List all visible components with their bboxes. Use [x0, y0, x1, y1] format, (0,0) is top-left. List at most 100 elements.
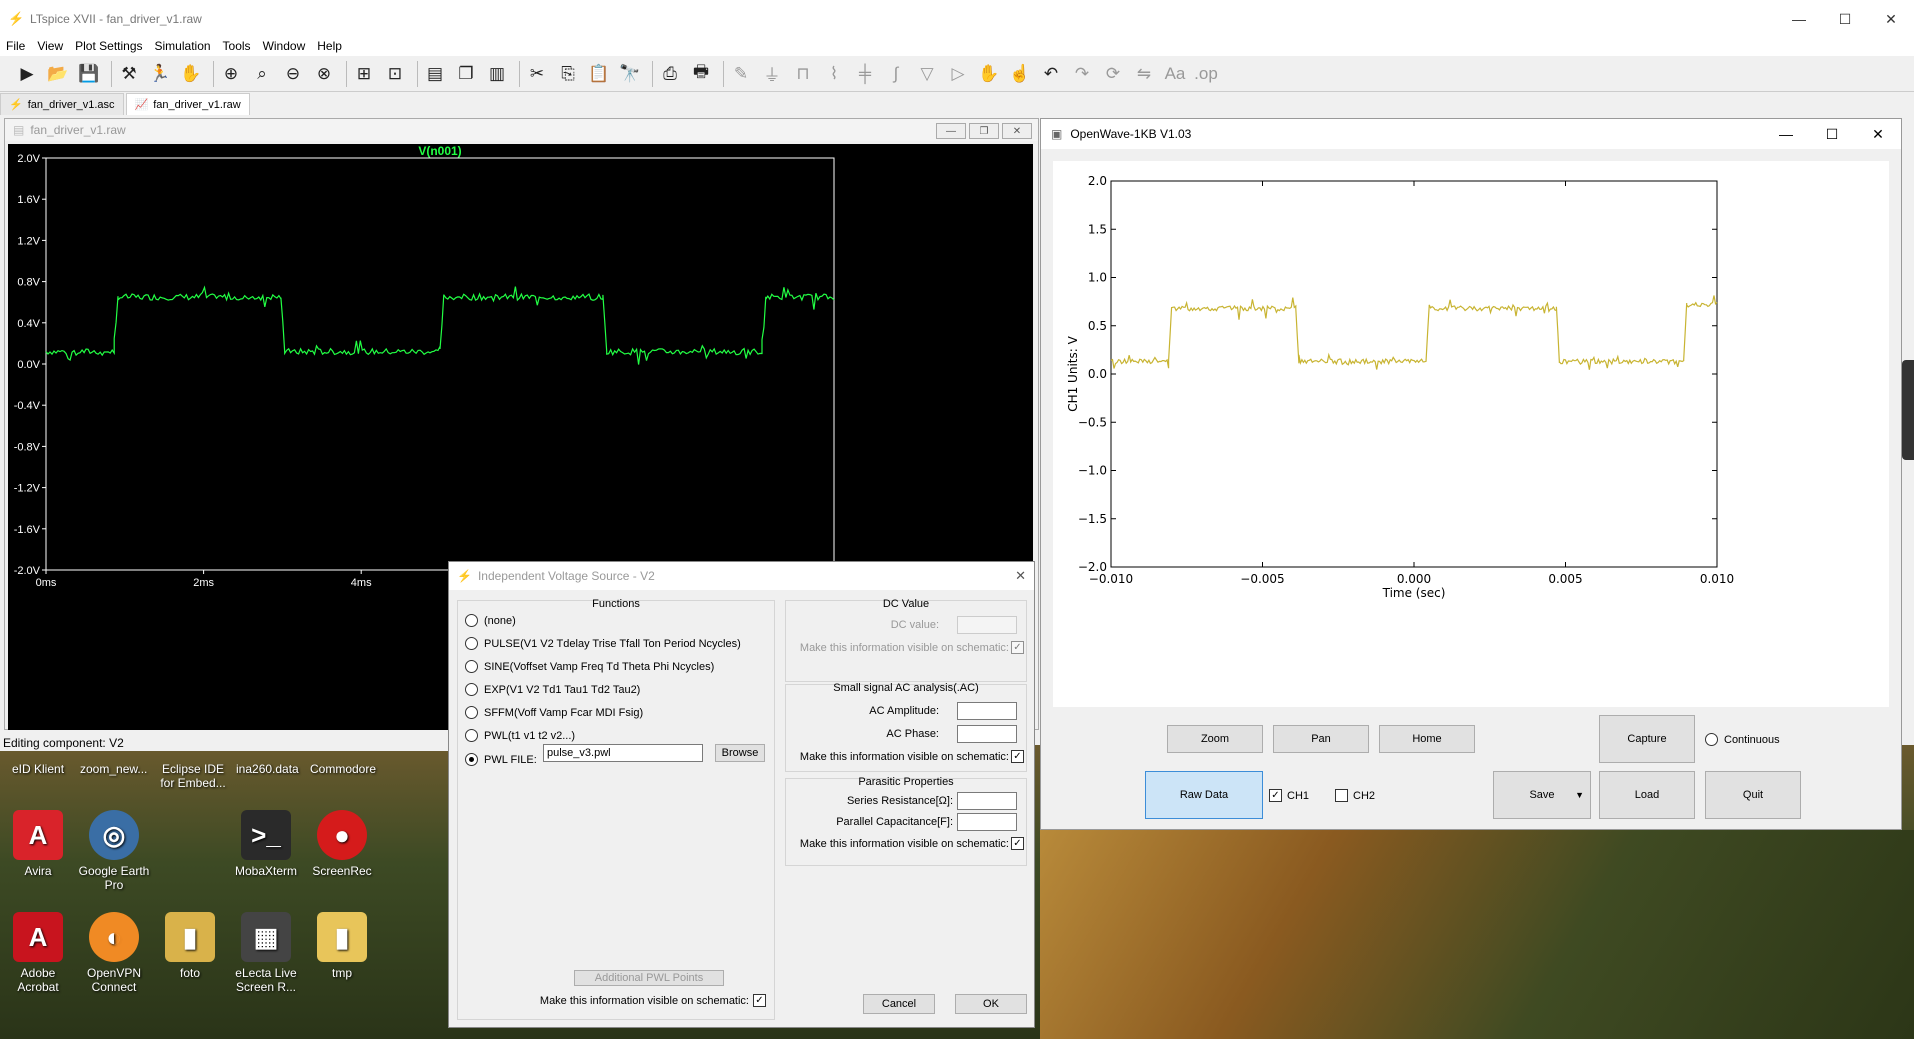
ch1-checkbox[interactable]: ✓ CH1: [1269, 789, 1309, 802]
halt-icon[interactable]: ✋: [178, 61, 204, 87]
cut-icon[interactable]: ✂: [524, 61, 550, 87]
parallel-capacitance-input[interactable]: [957, 813, 1017, 831]
desktop-icon-foto[interactable]: ▮ foto: [152, 912, 228, 980]
minimize-button[interactable]: —: [1776, 0, 1822, 38]
drag-icon[interactable]: ☝: [1007, 61, 1033, 87]
cascade-icon[interactable]: ❐: [453, 61, 479, 87]
open-folder-icon[interactable]: 📂: [45, 61, 71, 87]
menu-window[interactable]: Window: [263, 39, 306, 53]
mdi-minimize-button[interactable]: —: [936, 123, 966, 139]
browse-button[interactable]: Browse: [715, 744, 765, 762]
pan-icon[interactable]: ⌕: [249, 61, 275, 87]
parasitic-visible-checkbox[interactable]: ✓: [1011, 837, 1029, 850]
desktop-item-zoom[interactable]: zoom_new...: [80, 762, 147, 776]
draw-wire-icon[interactable]: ✎: [728, 61, 754, 87]
close-button[interactable]: ✕: [1868, 0, 1914, 38]
desktop-icon-electa[interactable]: ▦ eLecta Live Screen R...: [228, 912, 304, 994]
screenrec-side-tab[interactable]: [1902, 360, 1914, 460]
ow-minimize-button[interactable]: —: [1763, 119, 1809, 149]
desktop-icon-mobaxterm[interactable]: >_ MobaXterm: [228, 810, 304, 878]
mdi-close-button[interactable]: ✕: [1002, 123, 1032, 139]
bottom-visible-checkbox[interactable]: ✓: [753, 994, 771, 1007]
desktop-item-eid[interactable]: eID Klient: [12, 762, 64, 776]
inductor-icon[interactable]: ∫: [883, 61, 909, 87]
ow-close-button[interactable]: ✕: [1855, 119, 1901, 149]
text-icon[interactable]: Aa: [1162, 61, 1188, 87]
maximize-button[interactable]: ☐: [1822, 0, 1868, 38]
menu-help[interactable]: Help: [317, 39, 342, 53]
home-button[interactable]: Home: [1379, 725, 1475, 753]
ac-amplitude-input[interactable]: [957, 702, 1017, 720]
menu-tools[interactable]: Tools: [223, 39, 251, 53]
move-icon[interactable]: ✋: [976, 61, 1002, 87]
component-icon[interactable]: ▷: [945, 61, 971, 87]
desktop-icon-acrobat[interactable]: A Adobe Acrobat: [0, 912, 76, 994]
capture-button[interactable]: Capture: [1599, 715, 1695, 763]
diode-icon[interactable]: ▽: [914, 61, 940, 87]
zoom-out-icon[interactable]: ⊖: [280, 61, 306, 87]
run-icon[interactable]: 🏃: [147, 61, 173, 87]
capacitor-icon[interactable]: ╪: [852, 61, 878, 87]
function-sine-radio[interactable]: SINE(Voffset Vamp Freq Td Theta Phi Ncyc…: [465, 660, 714, 673]
dialog-close-icon[interactable]: ✕: [1015, 568, 1026, 584]
desktop-item-commodore[interactable]: Commodore: [310, 762, 376, 776]
control-panel-icon[interactable]: ⚒: [116, 61, 142, 87]
tab-schematic[interactable]: ⚡ fan_driver_v1.asc: [0, 93, 124, 115]
zoom-button[interactable]: Zoom: [1167, 725, 1263, 753]
desktop-icon-avira[interactable]: A Avira: [0, 810, 76, 878]
ac-phase-input[interactable]: [957, 725, 1017, 743]
desktop-icon-screenrec[interactable]: ● ScreenRec: [304, 810, 380, 878]
spice-directive-icon[interactable]: .op: [1193, 61, 1219, 87]
undo-icon[interactable]: ↶: [1038, 61, 1064, 87]
add-trace-icon[interactable]: ⊡: [382, 61, 408, 87]
quit-button[interactable]: Quit: [1705, 771, 1801, 819]
print-icon[interactable]: 🖶: [688, 61, 714, 87]
print-preview-icon[interactable]: ⎙: [657, 61, 683, 87]
rotate-icon[interactable]: ⟳: [1100, 61, 1126, 87]
menu-view[interactable]: View: [37, 39, 63, 53]
new-schematic-icon[interactable]: ▶: [14, 61, 40, 87]
ground-icon[interactable]: ⏚: [759, 61, 785, 87]
find-icon[interactable]: 🔭: [617, 61, 643, 87]
paste-icon[interactable]: 📋: [586, 61, 612, 87]
label-net-icon[interactable]: ⊓: [790, 61, 816, 87]
function-pulse-radio[interactable]: PULSE(V1 V2 Tdelay Trise Tfall Ton Perio…: [465, 637, 741, 650]
desktop-item-ina260[interactable]: ina260.data: [236, 762, 299, 776]
series-resistance-input[interactable]: [957, 792, 1017, 810]
resistor-icon[interactable]: ⌇: [821, 61, 847, 87]
copy-icon[interactable]: ⎘: [555, 61, 581, 87]
function-none-radio[interactable]: (none): [465, 614, 516, 627]
function-pwl-radio[interactable]: PWL(t1 v1 t2 v2...): [465, 729, 575, 742]
zoom-in-icon[interactable]: ⊕: [218, 61, 244, 87]
menu-file[interactable]: File: [6, 39, 25, 53]
dc-visible-checkbox[interactable]: ✓: [1011, 641, 1029, 654]
desktop-icon-openvpn[interactable]: ◐ OpenVPN Connect: [76, 912, 152, 994]
desktop-item-eclipse[interactable]: Eclipse IDE for Embed...: [158, 762, 228, 790]
tab-raw[interactable]: 📈 fan_driver_v1.raw: [125, 93, 250, 115]
save-icon[interactable]: 💾: [76, 61, 102, 87]
function-sffm-radio[interactable]: SFFM(Voff Vamp Fcar MDI Fsig): [465, 706, 643, 719]
zoom-fit-icon[interactable]: ⊗: [311, 61, 337, 87]
save-button[interactable]: Save ▼: [1493, 771, 1591, 819]
menu-plot-settings[interactable]: Plot Settings: [75, 39, 142, 53]
pwl-file-input[interactable]: pulse_v3.pwl: [543, 744, 703, 762]
redo-icon[interactable]: ↷: [1069, 61, 1095, 87]
ok-button[interactable]: OK: [955, 994, 1027, 1014]
dc-value-input[interactable]: [957, 616, 1017, 634]
menu-simulation[interactable]: Simulation: [155, 39, 211, 53]
desktop-icon-tmp[interactable]: ▮ tmp: [304, 912, 380, 980]
function-pwl-file-radio[interactable]: PWL FILE:: [465, 753, 537, 766]
openwave-plot-area[interactable]: 2.0 1.5 1.0 0.5 0.0 −0.5 −1.0 −1.5 −2.0 −0.010 −0.…: [1053, 161, 1889, 707]
ch2-checkbox[interactable]: CH2: [1335, 789, 1375, 802]
additional-pwl-points-button[interactable]: Additional PWL Points: [574, 970, 724, 986]
tile-vertical-icon[interactable]: ▥: [484, 61, 510, 87]
ow-maximize-button[interactable]: ☐: [1809, 119, 1855, 149]
desktop-icon-google-earth[interactable]: ◎ Google Earth Pro: [76, 810, 152, 892]
mirror-icon[interactable]: ⇋: [1131, 61, 1157, 87]
autoscale-icon[interactable]: ⊞: [351, 61, 377, 87]
load-button[interactable]: Load: [1599, 771, 1695, 819]
raw-data-button[interactable]: Raw Data: [1145, 771, 1263, 819]
mdi-restore-button[interactable]: ❐: [969, 123, 999, 139]
function-exp-radio[interactable]: EXP(V1 V2 Td1 Tau1 Td2 Tau2): [465, 683, 640, 696]
continuous-radio[interactable]: Continuous: [1705, 733, 1780, 746]
